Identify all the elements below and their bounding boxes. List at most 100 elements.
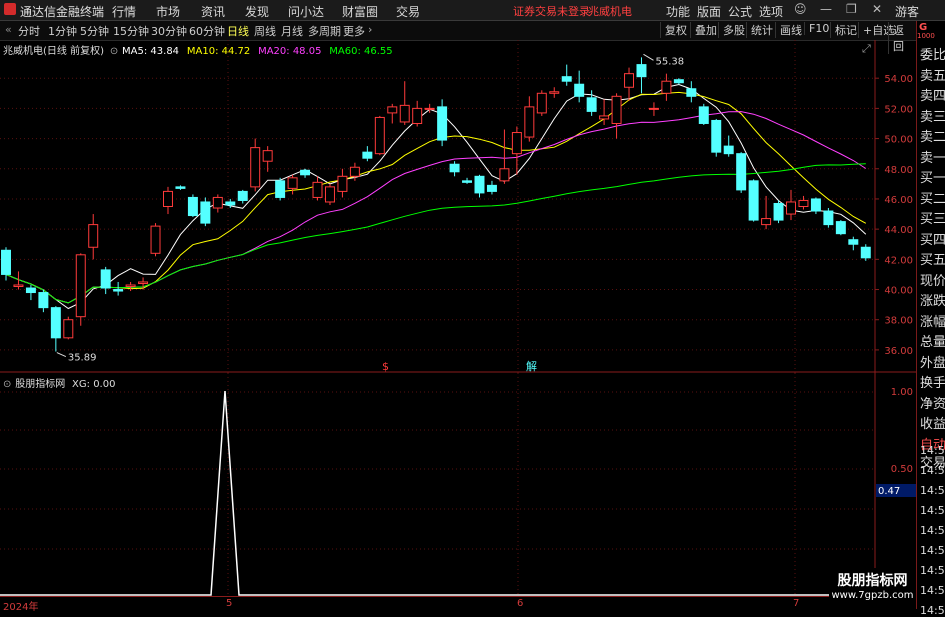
restore-icon[interactable]: ❐: [846, 2, 857, 16]
y-tick-label: 46.00: [884, 195, 913, 206]
candle-body: [474, 175, 485, 194]
watermark-title: 股朋指标网: [837, 573, 908, 589]
period-daily[interactable]: 日线: [227, 23, 249, 39]
candle-body: [424, 107, 435, 110]
side-label: 外盘: [920, 355, 945, 371]
low-price-label: 35.89: [68, 353, 97, 364]
menu-wenxiaoda[interactable]: 问小达: [288, 3, 324, 20]
candle-body: [462, 180, 473, 183]
period-60min[interactable]: 60分钟: [189, 23, 225, 39]
candle-body: [100, 269, 111, 289]
candle-body: [524, 106, 535, 138]
y-tick-label: 54.00: [884, 74, 913, 85]
candle-body: [275, 180, 286, 198]
period-multi[interactable]: 多周期: [308, 23, 341, 39]
side-label: 买四: [920, 232, 945, 248]
candle-body: [748, 180, 759, 221]
side-label: 卖二: [920, 130, 945, 145]
side-label: 14:56: [920, 504, 945, 517]
candle-body: [63, 319, 74, 339]
menu-xuanxiang[interactable]: 选项: [759, 3, 783, 20]
menu-jiaoyi[interactable]: 交易: [396, 3, 420, 20]
candle-body: [636, 64, 647, 78]
btn-duogu[interactable]: 多股: [718, 22, 749, 38]
period-more[interactable]: 更多: [343, 23, 365, 39]
ind-y-tick-1: 1.00: [891, 387, 913, 398]
menu-caifuquan[interactable]: 财富圈: [342, 3, 378, 20]
y-tick-label: 44.00: [884, 225, 913, 236]
menu-zixun[interactable]: 资讯: [201, 3, 225, 20]
candle-body: [138, 281, 149, 284]
indicator-chart[interactable]: 1.00 0.50 0.47: [0, 373, 916, 596]
btn-tongji[interactable]: 统计: [746, 22, 777, 38]
period-30min[interactable]: 30分钟: [151, 23, 187, 39]
menu-hangqing[interactable]: 行情: [112, 3, 136, 20]
menu-faxian[interactable]: 发现: [245, 3, 269, 20]
menu-bar: 通达信金融终端 行情 市场 资讯 发现 问小达 财富圈 交易 证券交易未登录 兆…: [0, 0, 945, 21]
watermark: 股朋指标网 www.7gpzb.com: [829, 568, 916, 609]
more-chevron-icon[interactable]: ›: [368, 23, 372, 36]
side-label: 14:56: [920, 564, 945, 577]
period-monthly[interactable]: 月线: [281, 23, 303, 39]
ind-current-value: 0.47: [878, 486, 900, 497]
btn-fuquan[interactable]: 复权: [660, 22, 691, 38]
candle-body: [337, 175, 348, 192]
period-weekly[interactable]: 周线: [254, 23, 276, 39]
period-5min[interactable]: 5分钟: [80, 23, 109, 39]
candle-body: [810, 198, 821, 212]
period-1min[interactable]: 1分钟: [48, 23, 77, 39]
btn-biaoji[interactable]: 标记: [830, 22, 861, 38]
trade-login-notice[interactable]: 证券交易未登录: [513, 3, 590, 19]
btn-huaxian[interactable]: 画线: [775, 22, 806, 38]
menu-shichang[interactable]: 市场: [156, 3, 180, 20]
candle-body: [225, 201, 236, 206]
candle-body: [599, 115, 610, 120]
candle-body: [798, 199, 809, 207]
side-label: 卖五: [920, 68, 945, 84]
guest-login[interactable]: 游客: [895, 3, 919, 20]
btn-f10[interactable]: F10: [804, 22, 833, 35]
side-tagnum: 1000: [917, 32, 935, 40]
candle-body: [125, 284, 136, 288]
close-icon[interactable]: ✕: [872, 2, 882, 16]
menu-gongshi[interactable]: 公式: [728, 3, 752, 20]
candle-body: [611, 95, 622, 124]
side-label: 卖三: [920, 109, 945, 125]
side-label: 买五: [920, 253, 945, 268]
btn-diejia[interactable]: 叠加: [690, 22, 721, 38]
candle-body: [549, 91, 560, 94]
candle-body: [661, 80, 672, 94]
side-label: 收益: [920, 417, 945, 432]
user-icon[interactable]: ☺: [794, 2, 807, 16]
candle-body: [437, 106, 448, 141]
period-fenshi[interactable]: 分时: [18, 23, 40, 39]
y-tick-label: 40.00: [884, 286, 913, 297]
candle-body: [50, 307, 61, 339]
price-chart[interactable]: 54.00 52.00 50.00 48.00 46.00 44.00 42.00 40.00…: [0, 40, 916, 373]
ma20-line: [5, 111, 867, 304]
candle-body: [250, 147, 261, 188]
period-15min[interactable]: 15分钟: [113, 23, 149, 39]
side-label: 14:56: [920, 484, 945, 497]
side-label: 买一: [920, 171, 945, 186]
y-tick-label: 36.00: [884, 346, 913, 357]
candle-body: [349, 166, 360, 177]
y-tick-label: 50.00: [884, 135, 913, 146]
candle-body: [536, 92, 547, 114]
menu-gongneng[interactable]: 功能: [666, 3, 690, 20]
candle-body: [1, 249, 11, 275]
candle-body: [374, 116, 385, 155]
x-axis-label-year: 2024年: [3, 602, 39, 613]
side-label: 涨幅: [920, 314, 945, 330]
side-label: 卖一: [920, 150, 945, 166]
menu-banmian[interactable]: 版面: [697, 3, 721, 20]
candle-body: [686, 88, 697, 97]
toolbar-collapse-icon[interactable]: «: [5, 23, 12, 36]
candle-body: [175, 186, 186, 189]
quote-side-panel: G 1000 委比 卖五 卖四 卖三 卖二 卖一 买一 买二 买三 买四 买五 现价 涨跌 涨幅 总量 外盘换…: [916, 21, 945, 617]
candle-body: [511, 132, 522, 155]
y-tick-label: 48.00: [884, 165, 913, 176]
minimize-icon[interactable]: —: [820, 2, 832, 16]
side-label: 涨跌: [920, 294, 945, 309]
candle-body: [723, 145, 734, 155]
